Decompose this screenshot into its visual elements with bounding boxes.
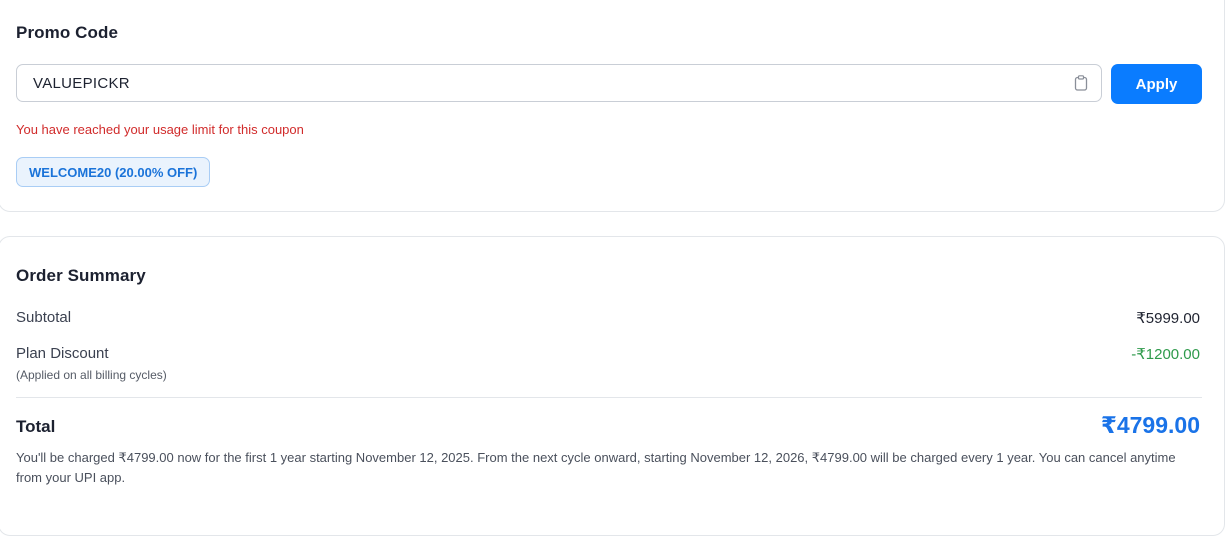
subtotal-value: ₹5999.00 <box>1136 310 1200 327</box>
order-summary-card: Order Summary Subtotal ₹5999.00 Plan Dis… <box>0 236 1225 536</box>
promo-code-field[interactable] <box>16 64 1102 102</box>
coupon-error-message: You have reached your usage limit for th… <box>16 122 304 137</box>
plan-discount-value: -₹1200.00 <box>1131 346 1200 363</box>
subtotal-label: Subtotal <box>16 309 72 326</box>
plan-discount-note: (Applied on all billing cycles) <box>16 368 167 382</box>
promo-code-title: Promo Code <box>16 23 119 42</box>
total-value: ₹4799.00 <box>1100 412 1200 438</box>
apply-button[interactable]: Apply <box>1111 64 1202 104</box>
clipboard-icon[interactable] <box>1074 75 1088 91</box>
plan-discount-label: Plan Discount <box>16 345 109 362</box>
total-label: Total <box>16 417 56 436</box>
promo-code-card: Promo Code Apply You have reached your u… <box>0 0 1225 212</box>
billing-charge-note: You'll be charged ₹4799.00 now for the f… <box>16 450 1176 485</box>
summary-divider <box>16 397 1202 398</box>
promo-code-input[interactable] <box>17 65 1073 101</box>
coupon-chip-welcome20[interactable]: WELCOME20 (20.00% OFF) <box>16 157 211 187</box>
order-summary-title: Order Summary <box>16 266 146 285</box>
